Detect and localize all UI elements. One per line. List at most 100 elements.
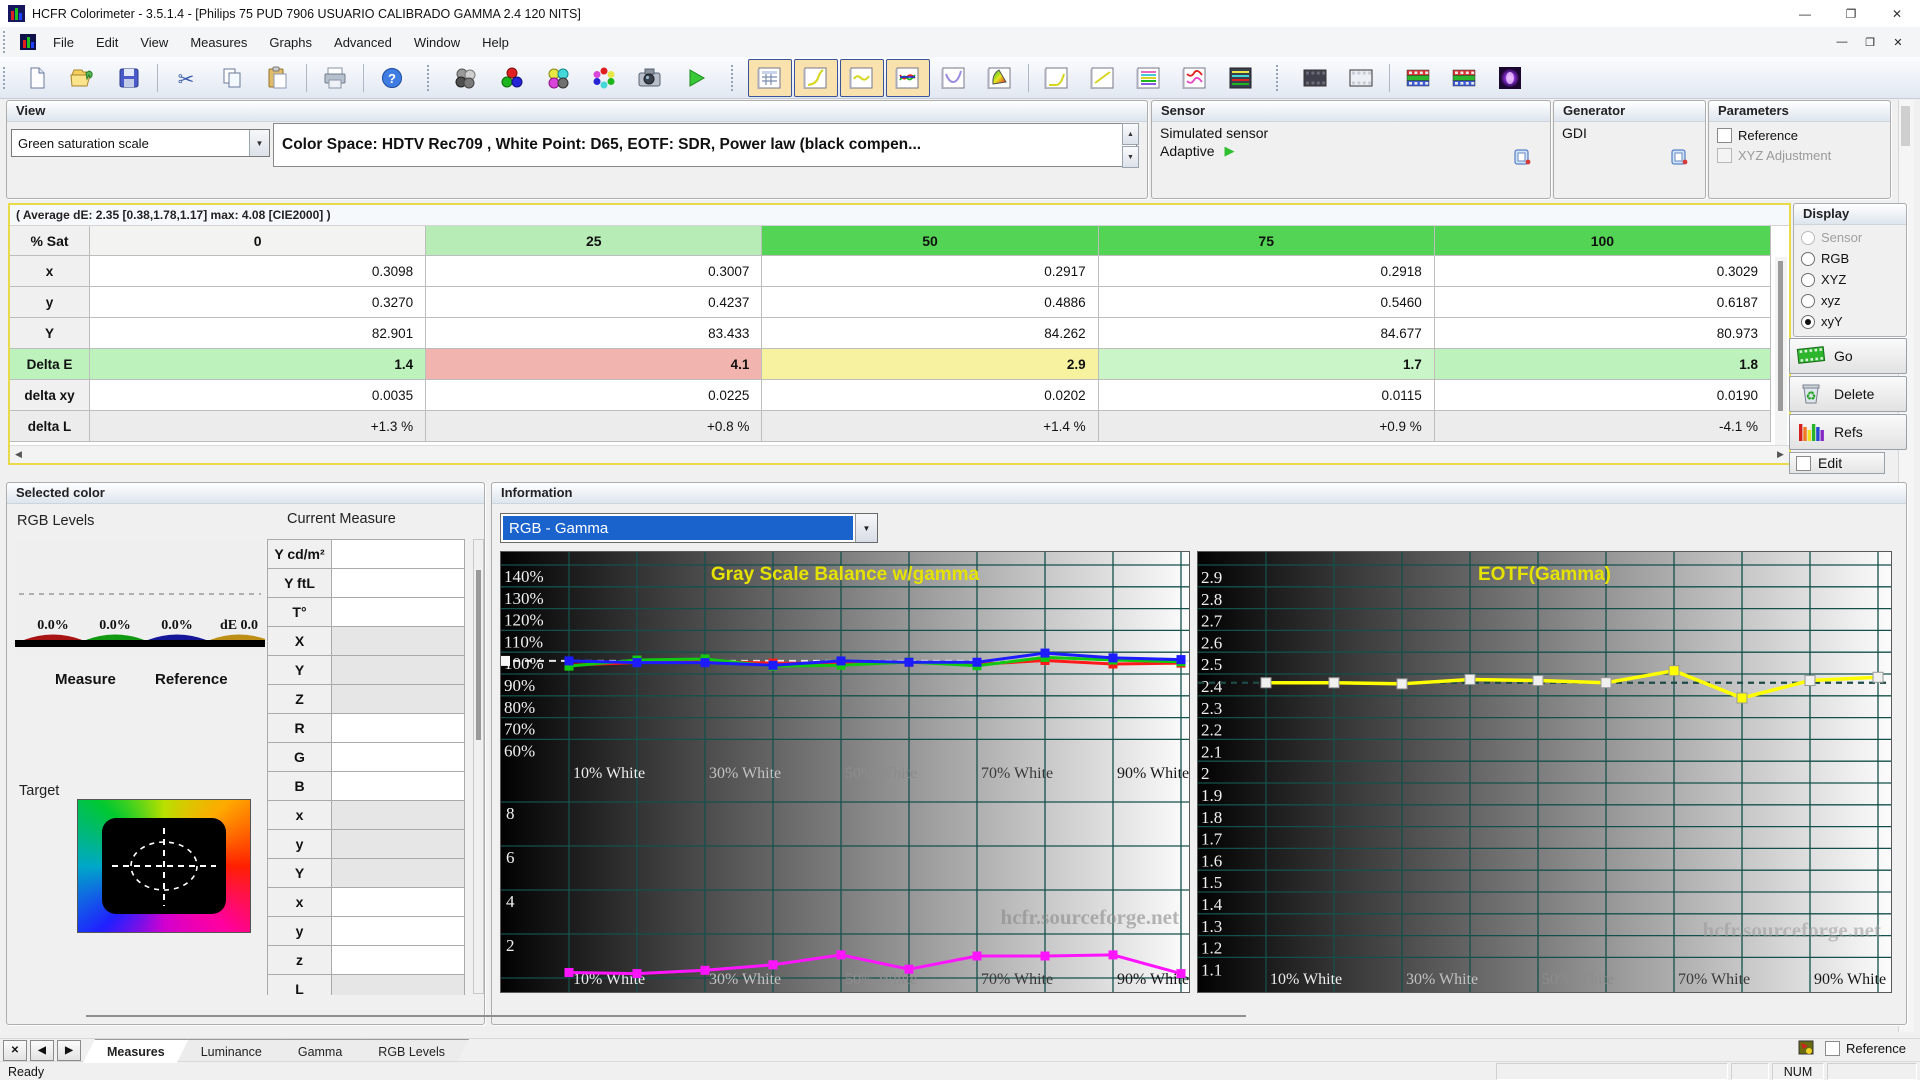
chevron-down-icon[interactable]: ▼ bbox=[249, 130, 269, 156]
measure-cell[interactable]: 0.0035 bbox=[90, 380, 427, 411]
scroll-right-icon[interactable]: ▶ bbox=[1772, 446, 1789, 462]
refs-button[interactable]: Refs bbox=[1789, 414, 1907, 450]
view-nearwhite-curve-button[interactable] bbox=[1081, 59, 1125, 97]
film-dark-button[interactable] bbox=[1293, 59, 1337, 97]
view-nearblack-curve-button[interactable] bbox=[840, 58, 884, 97]
tab-gamma[interactable]: Gamma bbox=[274, 1039, 366, 1063]
view-multi-curves-button[interactable] bbox=[1173, 59, 1217, 97]
maximize-button[interactable]: ❐ bbox=[1828, 0, 1874, 27]
measure-cell[interactable]: 0.0202 bbox=[762, 380, 1099, 411]
mdi-minimize-button[interactable]: — bbox=[1830, 32, 1854, 52]
measure-cell[interactable]: 0.2917 bbox=[762, 256, 1099, 287]
measure-cell[interactable]: 84.262 bbox=[762, 318, 1099, 349]
measure-cell[interactable]: 1.4 bbox=[90, 349, 427, 380]
film-rgb-1-button[interactable] bbox=[1396, 59, 1440, 97]
measure-cell[interactable]: +0.9 % bbox=[1098, 411, 1435, 442]
view-measures-grid-button[interactable] bbox=[748, 58, 792, 97]
measure-cell[interactable]: 0.5460 bbox=[1098, 287, 1435, 318]
tab-close-button[interactable]: ✕ bbox=[3, 1040, 27, 1061]
measure-cell[interactable]: 0.2918 bbox=[1098, 256, 1435, 287]
help-button[interactable]: ? bbox=[370, 59, 414, 97]
measure-cell[interactable]: -4.1 % bbox=[1434, 411, 1771, 442]
measure-cell[interactable]: +0.8 % bbox=[426, 411, 763, 442]
tab-scroll-right-button[interactable]: ▶ bbox=[57, 1040, 81, 1061]
measure-cell[interactable]: 0.3098 bbox=[90, 256, 427, 287]
measure-grayscale-button[interactable] bbox=[444, 59, 488, 97]
tab-measures[interactable]: Measures bbox=[83, 1039, 189, 1063]
tab-rgb-levels[interactable]: RGB Levels bbox=[354, 1039, 469, 1063]
menu-help[interactable]: Help bbox=[471, 31, 520, 53]
menu-file[interactable]: File bbox=[42, 31, 85, 53]
save-button[interactable] bbox=[107, 59, 151, 97]
plasma-button[interactable] bbox=[1488, 59, 1532, 97]
measure-cell[interactable]: +1.3 % bbox=[90, 411, 427, 442]
measure-cell[interactable]: +1.4 % bbox=[762, 411, 1099, 442]
bottom-reference-row[interactable]: Reference bbox=[1825, 1040, 1906, 1056]
information-selector[interactable]: RGB - Gamma ▼ bbox=[500, 513, 878, 543]
copy-button[interactable] bbox=[210, 59, 254, 97]
measure-cell[interactable]: 84.677 bbox=[1098, 318, 1435, 349]
snapshot-button[interactable] bbox=[628, 59, 672, 97]
film-rgb-2-button[interactable] bbox=[1442, 59, 1486, 97]
tab-luminance[interactable]: Luminance bbox=[177, 1039, 286, 1063]
measure-cell[interactable]: 0.3270 bbox=[90, 287, 427, 318]
menu-window[interactable]: Window bbox=[403, 31, 471, 53]
tab-scroll-left-button[interactable]: ◀ bbox=[30, 1040, 54, 1061]
splitter[interactable] bbox=[86, 1015, 1246, 1017]
measure-cell[interactable]: 82.901 bbox=[90, 318, 427, 349]
measure-cell[interactable]: 83.433 bbox=[426, 318, 763, 349]
cut-button[interactable]: ✂ bbox=[164, 59, 208, 97]
measure-cell[interactable]: 4.1 bbox=[426, 349, 763, 380]
view-rgb-levels-button[interactable] bbox=[886, 58, 930, 97]
radio-icon[interactable] bbox=[1801, 251, 1815, 266]
view-luminance-curve-button[interactable] bbox=[932, 59, 976, 97]
sensor-config-button[interactable] bbox=[1512, 147, 1534, 167]
chevron-down-icon[interactable]: ▼ bbox=[855, 514, 877, 542]
film-light-button[interactable] bbox=[1339, 59, 1383, 97]
scroll-left-icon[interactable]: ◀ bbox=[10, 446, 27, 462]
spin-down-button[interactable]: ▼ bbox=[1122, 146, 1139, 168]
measure-cell[interactable]: 1.8 bbox=[1434, 349, 1771, 380]
delete-button[interactable]: ♻ Delete bbox=[1789, 376, 1907, 412]
measure-cell[interactable]: 0.0115 bbox=[1098, 380, 1435, 411]
measure-primaries-button[interactable] bbox=[490, 59, 534, 97]
mdi-close-button[interactable]: ✕ bbox=[1886, 32, 1910, 52]
display-option-xyy[interactable]: xyY bbox=[1794, 311, 1906, 332]
radio-icon[interactable] bbox=[1801, 272, 1815, 287]
view-gamma-curve-button[interactable] bbox=[794, 58, 838, 97]
open-folder-button[interactable] bbox=[61, 59, 105, 97]
go-button[interactable]: Go bbox=[1789, 338, 1907, 374]
measure-cell[interactable]: 2.9 bbox=[762, 349, 1099, 380]
display-option-xyz[interactable]: xyz bbox=[1794, 290, 1906, 311]
view-white-curve-button[interactable] bbox=[1035, 59, 1079, 97]
measure-cell[interactable]: 0.4237 bbox=[426, 287, 763, 318]
reference-checkbox[interactable] bbox=[1717, 127, 1732, 143]
view-cie-diagram-button[interactable] bbox=[978, 59, 1022, 97]
measure-colors-button[interactable] bbox=[582, 59, 626, 97]
measure-cell[interactable]: 0.0190 bbox=[1434, 380, 1771, 411]
view-measures-sheet-button[interactable] bbox=[1219, 59, 1263, 97]
measure-cell[interactable]: 1.7 bbox=[1098, 349, 1435, 380]
bottom-reference-checkbox[interactable] bbox=[1825, 1040, 1841, 1056]
measure-cell[interactable]: 0.3029 bbox=[1434, 256, 1771, 287]
mdi-restore-button[interactable]: ❐ bbox=[1858, 32, 1882, 52]
view-selector[interactable]: Green saturation scale ▼ bbox=[11, 129, 270, 157]
minimize-button[interactable]: — bbox=[1782, 0, 1828, 27]
print-button[interactable] bbox=[313, 59, 357, 97]
measure-cell[interactable]: 0.0225 bbox=[426, 380, 763, 411]
menu-measures[interactable]: Measures bbox=[179, 31, 258, 53]
view-color-levels-button[interactable] bbox=[1127, 59, 1171, 97]
radio-icon[interactable] bbox=[1801, 314, 1815, 329]
measure-cell[interactable]: 0.4886 bbox=[762, 287, 1099, 318]
edit-checkbox-row[interactable]: Edit bbox=[1789, 452, 1885, 474]
edit-checkbox[interactable] bbox=[1796, 455, 1811, 471]
reference-checkbox-row[interactable]: Reference bbox=[1709, 125, 1890, 145]
menu-edit[interactable]: Edit bbox=[85, 31, 129, 53]
radio-icon[interactable] bbox=[1801, 293, 1815, 308]
table-horizontal-scrollbar[interactable]: ◀ ▶ bbox=[10, 445, 1789, 463]
new-document-button[interactable] bbox=[15, 59, 59, 97]
menu-view[interactable]: View bbox=[129, 31, 179, 53]
measure-cell[interactable]: 80.973 bbox=[1434, 318, 1771, 349]
run-measure-button[interactable] bbox=[674, 59, 718, 97]
display-option-xyz[interactable]: XYZ bbox=[1794, 269, 1906, 290]
